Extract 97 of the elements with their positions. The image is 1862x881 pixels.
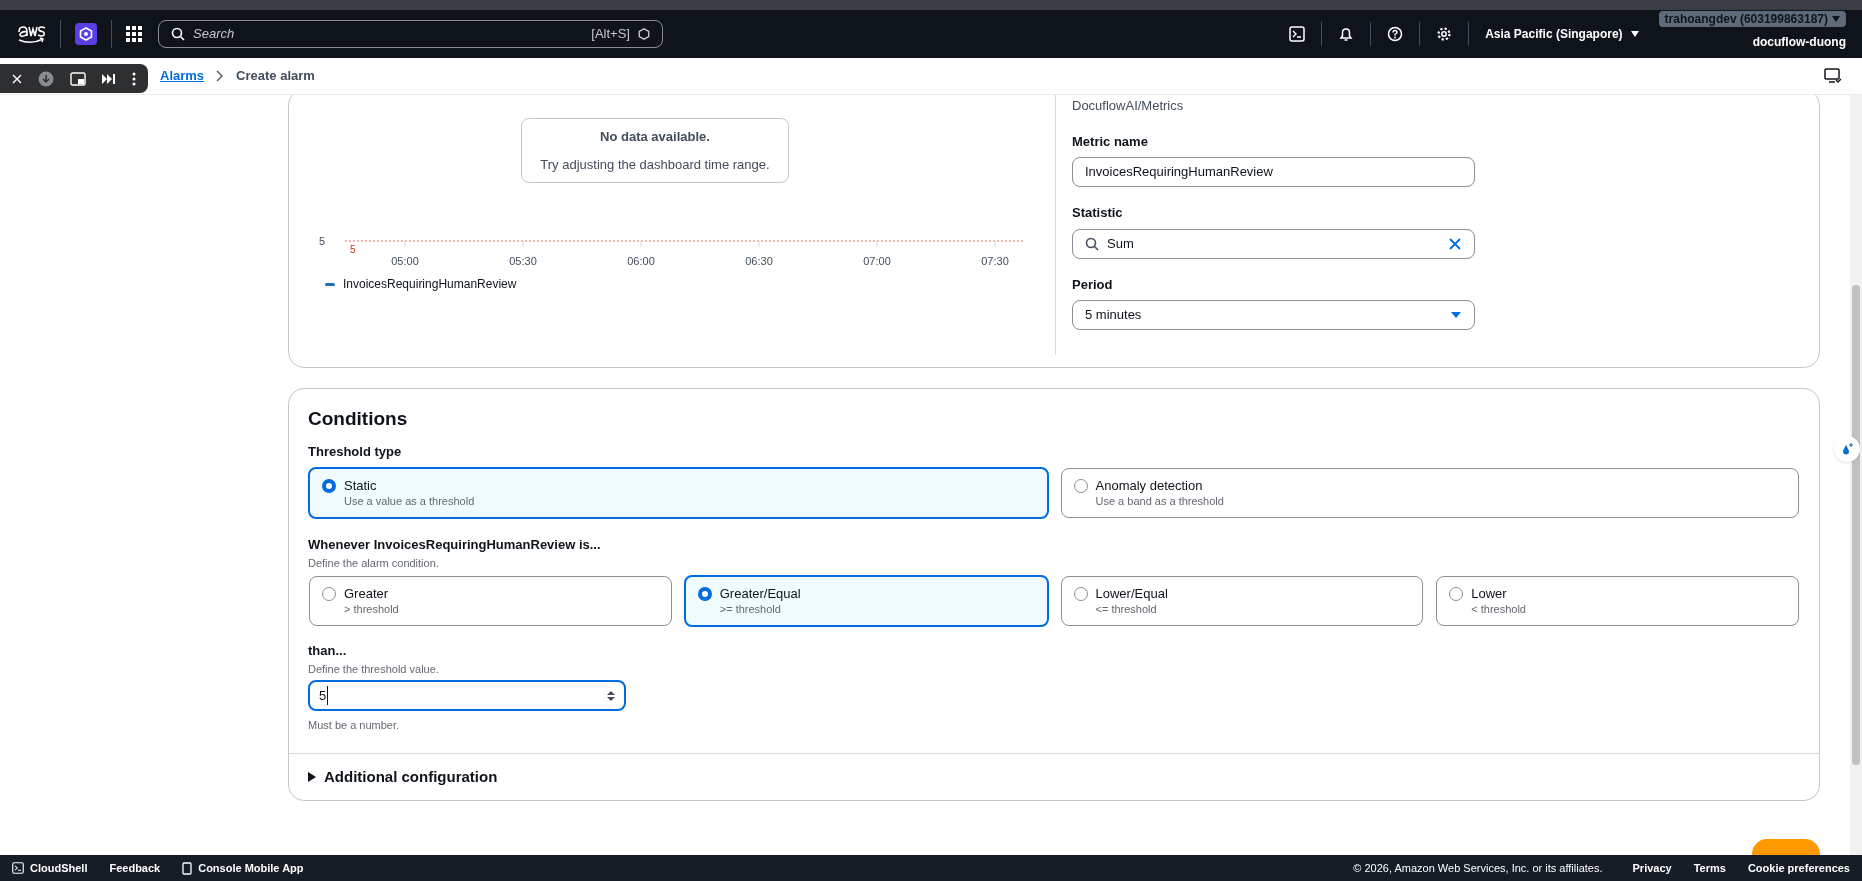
section-title: Conditions — [308, 407, 409, 431]
clear-icon[interactable] — [1448, 236, 1462, 251]
radio-button[interactable] — [322, 479, 336, 493]
expand-section[interactable]: Additional configuration — [289, 754, 1819, 800]
assistant-icon[interactable] — [1834, 436, 1860, 462]
caret-icon — [1450, 311, 1462, 319]
close-icon[interactable] — [12, 73, 22, 84]
threshold-input[interactable]: 5 — [308, 680, 626, 711]
shortcut-hint: [Alt+S] — [591, 25, 630, 44]
picture-in-picture-icon[interactable] — [70, 71, 86, 86]
option-tile[interactable]: Greater > threshold — [309, 576, 672, 626]
terminal-icon[interactable] — [1289, 26, 1306, 42]
radio-button[interactable] — [322, 587, 336, 601]
settings-icon[interactable] — [1436, 26, 1453, 42]
apps-grid-icon[interactable] — [126, 26, 142, 42]
footer-link[interactable]: CloudShell — [12, 859, 88, 877]
x-tick-label: 07:00 — [863, 255, 891, 267]
field-description: Define the alarm condition. — [308, 555, 440, 571]
field-label: Statistic — [1072, 204, 1124, 222]
namespace-text: DocuflowAI/Metrics — [1072, 97, 1185, 115]
option-label: Anomaly detection — [1095, 477, 1204, 494]
option-tile[interactable]: Greater/Equal >= threshold — [683, 575, 1049, 627]
field-value: Sum — [1107, 234, 1135, 253]
x-tick-label: 06:30 — [745, 255, 773, 267]
more-icon[interactable] — [132, 71, 136, 86]
caret-icon — [1630, 31, 1639, 37]
field-value: InvoicesRequiringHumanReview — [1085, 163, 1273, 182]
field-label: than... — [308, 642, 348, 660]
field-label: Whenever InvoicesRequiringHumanReview is... — [308, 536, 602, 554]
field-description: Define the threshold value. — [308, 661, 440, 677]
field-label: Metric name — [1072, 132, 1149, 151]
search-icon — [171, 27, 185, 41]
display-icon[interactable] — [1824, 68, 1842, 84]
region-menu[interactable]: Asia Pacific (Singapore) — [1485, 25, 1639, 43]
option-label: Static — [344, 477, 378, 494]
period-select[interactable]: 5 minutes — [1072, 300, 1475, 330]
legend-swatch-icon — [325, 282, 335, 286]
search-icon — [1085, 236, 1099, 251]
option-label: Greater — [344, 585, 390, 602]
legend-label: InvoicesRequiringHumanReview — [343, 276, 517, 293]
statistic-field[interactable]: Sum — [1072, 228, 1475, 259]
option-hint: > threshold — [344, 602, 399, 617]
radio-button[interactable] — [1449, 587, 1464, 601]
search-placeholder: Search — [193, 25, 236, 44]
footer-link[interactable]: Privacy — [1632, 859, 1672, 877]
account-alias: docuflow-duong — [1752, 34, 1846, 51]
option-tile[interactable]: Static Use a value as a threshold — [308, 467, 1049, 519]
caret-icon — [1832, 16, 1840, 22]
x-tick-label: 06:00 — [627, 255, 655, 267]
radio-button[interactable] — [697, 587, 712, 601]
breadcrumb-current: Create alarm — [236, 67, 315, 86]
option-hint: Use a band as a threshold — [1095, 494, 1224, 509]
option-hint: Use a value as a threshold — [344, 494, 475, 509]
radio-button[interactable] — [1073, 479, 1088, 493]
no-data-hint: Try adjusting the dashboard time range. — [540, 155, 770, 174]
y-tick-label: 5 — [319, 235, 326, 247]
footer-link[interactable]: Cookie preferences — [1747, 859, 1850, 877]
field-label: Threshold type — [308, 442, 403, 461]
spinner-icon[interactable] — [607, 689, 615, 702]
option-tile[interactable]: Lower < threshold — [1436, 576, 1799, 626]
footer-link[interactable]: Console Mobile App — [182, 859, 304, 877]
help-icon[interactable] — [1387, 26, 1404, 42]
skip-icon[interactable] — [102, 73, 116, 84]
aws-logo-icon[interactable] — [16, 23, 46, 45]
chevron-icon — [216, 70, 225, 82]
scrollbar-thumb[interactable] — [1852, 285, 1860, 765]
option-label: Lower/Equal — [1095, 585, 1168, 602]
caret-icon — [308, 772, 316, 782]
option-hint: >= threshold — [719, 602, 782, 617]
x-tick-label: 05:30 — [509, 255, 537, 267]
threshold-label: 5 — [350, 244, 356, 255]
radio-button[interactable] — [1073, 587, 1088, 601]
footer-link[interactable]: Feedback — [109, 859, 161, 877]
option-hint: <= threshold — [1095, 602, 1158, 617]
x-tick-label: 05:00 — [391, 255, 419, 267]
breadcrumb-link[interactable]: Alarms — [160, 66, 205, 86]
app-icon — [638, 28, 650, 40]
field-label: Period — [1072, 275, 1114, 294]
option-label: Greater/Equal — [719, 585, 801, 602]
download-icon[interactable] — [38, 70, 54, 87]
metric-name-field[interactable]: InvoicesRequiringHumanReview — [1072, 157, 1475, 187]
option-tile[interactable]: Anomaly detection Use a band as a threshold — [1060, 468, 1799, 518]
help-text: Must be a number. — [308, 718, 401, 733]
option-label: Lower — [1471, 585, 1508, 602]
copyright-text: © 2026, Amazon Web Services, Inc. or its affiliates. — [1353, 860, 1603, 876]
phone-icon — [182, 861, 193, 875]
option-tile[interactable]: Lower/Equal <= threshold — [1060, 576, 1424, 626]
option-hint: < threshold — [1471, 602, 1526, 617]
no-data-title: No data available. — [600, 128, 710, 146]
bell-icon[interactable] — [1338, 26, 1355, 42]
footer-link[interactable]: Terms — [1693, 859, 1726, 877]
terminal-icon — [12, 862, 24, 874]
app-icon[interactable] — [75, 23, 97, 45]
field-value: 5 minutes — [1085, 306, 1143, 325]
input-value: 5 — [319, 685, 329, 706]
x-tick-label: 07:30 — [981, 255, 1009, 267]
search-field[interactable]: Search [Alt+S] — [158, 20, 663, 48]
